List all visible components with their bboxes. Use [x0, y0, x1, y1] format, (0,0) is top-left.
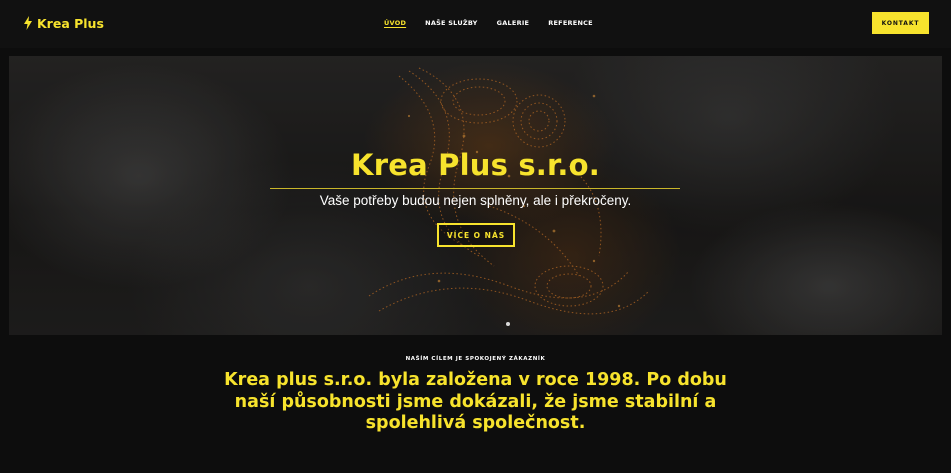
- nav-item-uvod[interactable]: ÚVOD: [384, 19, 406, 27]
- more-about-us-button[interactable]: VÍCE O NÁS: [437, 223, 515, 247]
- lightning-bolt-icon: [24, 16, 32, 30]
- site-header: Krea Plus ÚVOD NAŠE SLUŽBY GALERIE REFER…: [0, 0, 951, 48]
- hero-divider: [270, 188, 680, 189]
- main-nav: ÚVOD NAŠE SLUŽBY GALERIE REFERENCE: [384, 16, 612, 30]
- page: Krea Plus ÚVOD NAŠE SLUŽBY GALERIE REFER…: [0, 0, 951, 473]
- hero-section: Krea Plus s.r.o. Vaše potřeby budou neje…: [9, 56, 942, 335]
- brand-name: Krea Plus: [37, 15, 104, 31]
- hero-subtitle: Vaše potřeby budou nejen splněny, ale i …: [319, 193, 632, 208]
- about-kicker: NAŠÍM CÍLEM JE SPOKOJENÝ ZÁKAZNÍK: [405, 356, 546, 362]
- contact-button[interactable]: KONTAKT: [872, 12, 929, 34]
- brand-logo-link[interactable]: Krea Plus: [24, 13, 104, 33]
- nav-item-nase-sluzby[interactable]: NAŠE SLUŽBY: [425, 19, 478, 27]
- slider-dot[interactable]: [506, 322, 510, 326]
- hero-title: Krea Plus s.r.o.: [351, 148, 600, 182]
- about-heading: Krea plus s.r.o. byla založena v roce 19…: [224, 370, 727, 433]
- nav-item-galerie[interactable]: GALERIE: [497, 19, 530, 27]
- nav-item-reference[interactable]: REFERENCE: [548, 19, 593, 27]
